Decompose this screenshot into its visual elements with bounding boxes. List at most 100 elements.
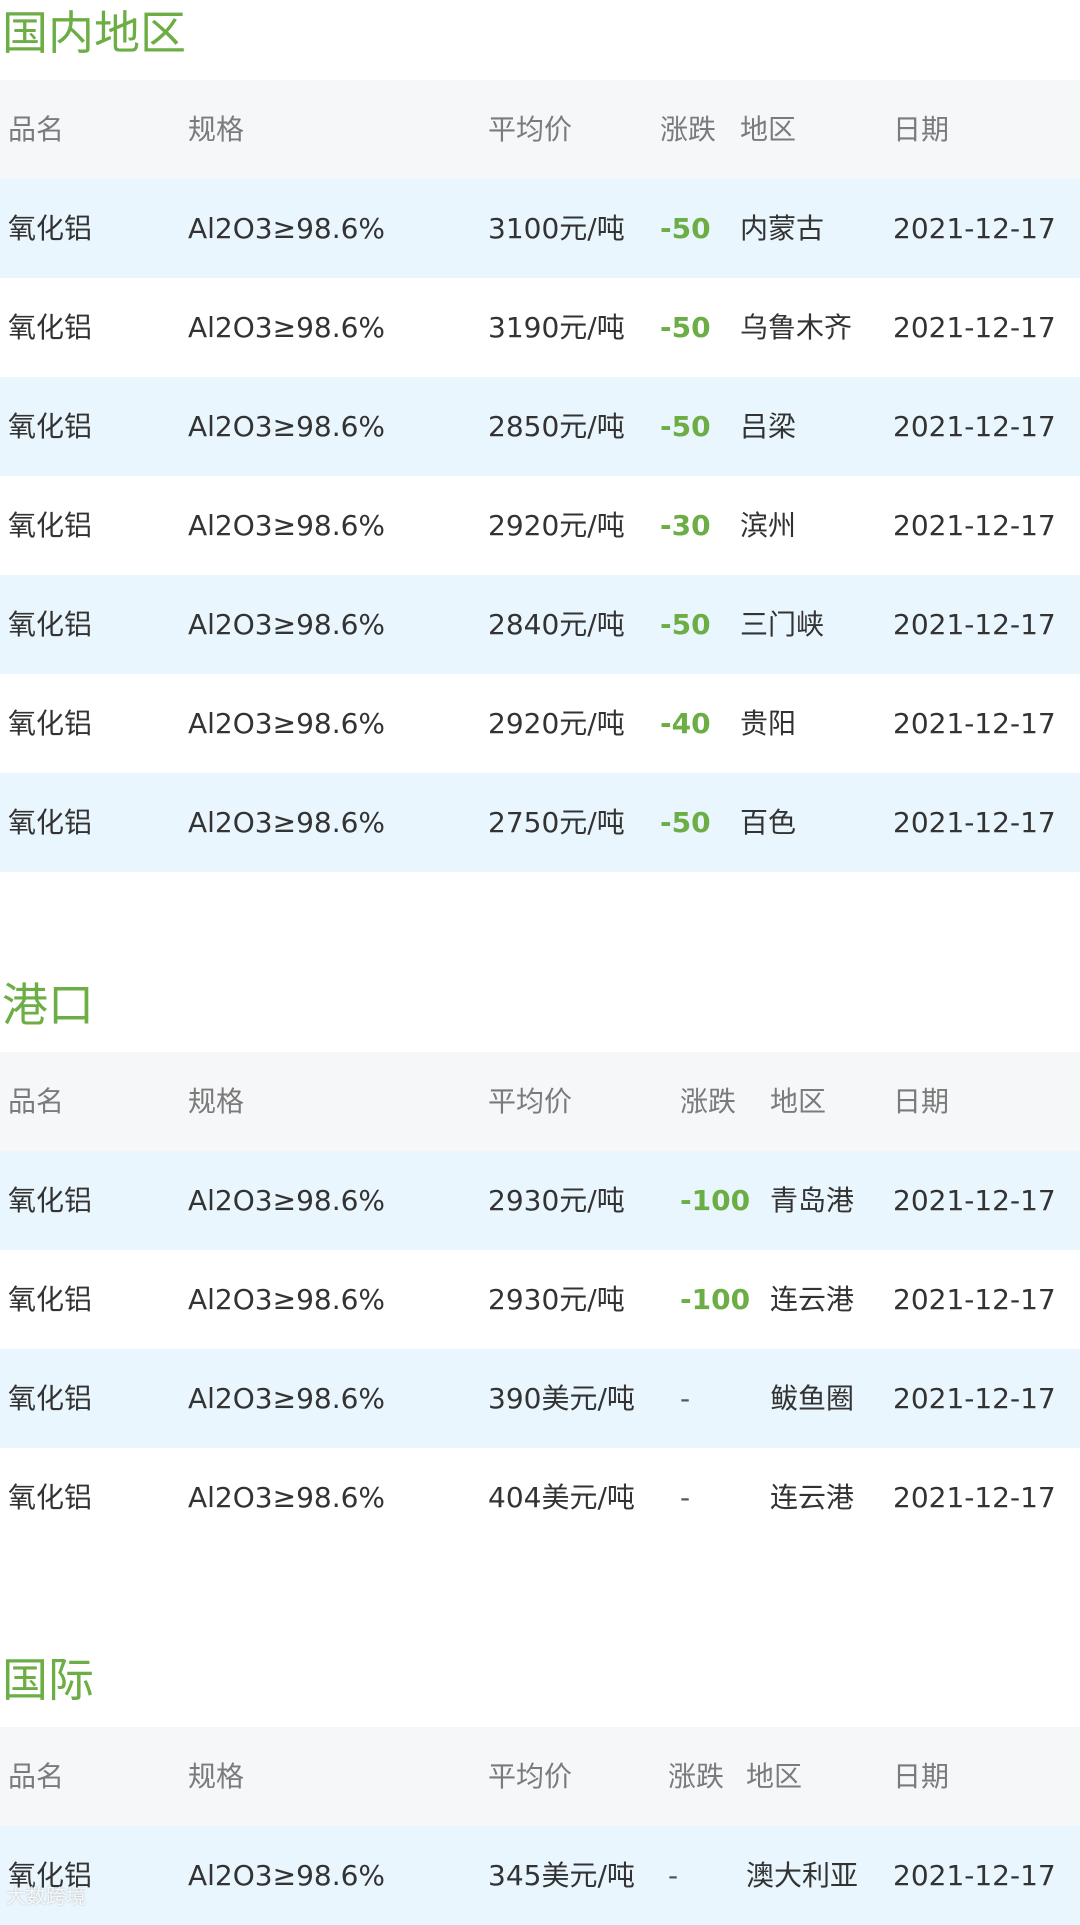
product-name: 氧化铝 (8, 707, 93, 740)
table-row: 氧化铝 Al2O3≥98.6% 390美元/吨 - 鲅鱼圈 2021-12-17 (0, 1349, 1080, 1448)
spec: Al2O3≥98.6% (188, 410, 386, 443)
avg-price: 2850元/吨 (488, 410, 625, 443)
header-product-name: 品名 (8, 113, 65, 146)
table-row: 氧化铝 Al2O3≥98.6% 2840元/吨 -50 三门峡 2021-12-17 (0, 575, 1080, 674)
price-table: 品名 规格 平均价 涨跌 地区 日期氧化铝 Al2O3≥98.6% 3100元/吨 -50 内蒙古… (0, 80, 1080, 872)
section-title: 国内地区 (2, 6, 186, 60)
header-avg-price: 平均价 (488, 1760, 573, 1793)
price-change: -100 (680, 1184, 751, 1217)
section-title: 港口 (2, 978, 94, 1032)
section-port: 港口 品名 规格 平均价 涨跌 地区 日期 氧化铝 Al2O3≥98.6% 2930元/吨 -10… (0, 972, 1080, 1547)
table-row: 氧化铝 Al2O3≥98.6% 2930元/吨 -100 连云港 2021-12-17 (0, 1250, 1080, 1349)
price-change: - (680, 1382, 691, 1415)
avg-price: 2930元/吨 (488, 1184, 625, 1217)
spec: Al2O3≥98.6% (188, 1184, 386, 1217)
table-row: 氧化铝 Al2O3≥98.6% 404美元/吨 - 连云港 2021-12-17 (0, 1448, 1080, 1547)
price-change: -40 (660, 707, 711, 740)
region: 连云港 (770, 1481, 855, 1514)
header-date: 日期 (893, 113, 950, 146)
table-header: 品名 规格 平均价 涨跌 地区 日期 (0, 1727, 1080, 1826)
header-product-name: 品名 (8, 1760, 65, 1793)
spec: Al2O3≥98.6% (188, 311, 386, 344)
price-table: 品名 规格 平均价 涨跌 地区 日期 氧化铝 Al2O3≥98.6% 2930元/吨 -100 青岛… (0, 1052, 1080, 1547)
date: 2021-12-17 (893, 608, 1056, 641)
header-price-change: 涨跌 (680, 1085, 737, 1118)
header-region: 地区 (746, 1760, 803, 1793)
spec: Al2O3≥98.6% (188, 806, 386, 839)
date: 2021-12-17 (893, 1859, 1056, 1892)
avg-price: 345美元/吨 (488, 1859, 635, 1892)
section-international: 国际 品名 规格 平均价 涨跌 地区 日期 氧化铝 Al2O3≥98.6% 345美元/吨 - 澳大… (0, 1647, 1080, 1925)
price-change: -50 (660, 806, 711, 839)
region: 百色 (740, 806, 797, 839)
table-row: 氧化铝 Al2O3≥98.6% 2920元/吨 -40 贵阳 2021-12-17 (0, 674, 1080, 773)
region: 吕梁 (740, 410, 797, 443)
product-name: 氧化铝 (8, 1283, 93, 1316)
product-name: 氧化铝 (8, 806, 93, 839)
avg-price: 2920元/吨 (488, 707, 625, 740)
spec: Al2O3≥98.6% (188, 1859, 386, 1892)
price-change: -50 (660, 212, 711, 245)
product-name: 氧化铝 (8, 1481, 93, 1514)
section-title: 国际 (2, 1653, 94, 1707)
spec: Al2O3≥98.6% (188, 608, 386, 641)
table-row: 氧化铝 Al2O3≥98.6% 2920元/吨 -30 滨州 2021-12-17 (0, 476, 1080, 575)
date: 2021-12-17 (893, 509, 1056, 542)
price-change: -50 (660, 311, 711, 344)
region: 澳大利亚 (746, 1859, 859, 1892)
spec: Al2O3≥98.6% (188, 1283, 386, 1316)
avg-price: 3190元/吨 (488, 311, 625, 344)
table-row: 氧化铝 Al2O3≥98.6% 2850元/吨 -50 吕梁 2021-12-17 (0, 377, 1080, 476)
date: 2021-12-17 (893, 212, 1056, 245)
table-header: 品名 规格 平均价 涨跌 地区 日期 (0, 1052, 1080, 1151)
spec: Al2O3≥98.6% (188, 212, 386, 245)
date: 2021-12-17 (893, 707, 1056, 740)
date: 2021-12-17 (893, 311, 1056, 344)
date: 2021-12-17 (893, 1382, 1056, 1415)
header-price-change: 涨跌 (668, 1760, 725, 1793)
region: 贵阳 (740, 707, 797, 740)
product-name: 氧化铝 (8, 1184, 93, 1217)
header-region: 地区 (740, 113, 797, 146)
product-name: 氧化铝 (8, 311, 93, 344)
spec: Al2O3≥98.6% (188, 707, 386, 740)
date: 2021-12-17 (893, 1184, 1056, 1217)
region: 内蒙古 (740, 212, 825, 245)
header-spec: 规格 (188, 1085, 245, 1118)
spec: Al2O3≥98.6% (188, 1382, 386, 1415)
date: 2021-12-17 (893, 1283, 1056, 1316)
price-change: -50 (660, 410, 711, 443)
product-name: 氧化铝 (8, 509, 93, 542)
region: 鲅鱼圈 (770, 1382, 855, 1415)
table-row: 氧化铝 Al2O3≥98.6% 3100元/吨 -50 内蒙古 2021-12-17 (0, 179, 1080, 278)
product-name: 氧化铝 (8, 608, 93, 641)
region: 乌鲁木齐 (740, 311, 853, 344)
header-avg-price: 平均价 (488, 1085, 573, 1118)
region: 连云港 (770, 1283, 855, 1316)
section-domestic: 国内地区 品名 规格 平均价 涨跌 地区 日期氧化铝 Al2O3≥98.6% 3100元/吨 -… (0, 0, 1080, 872)
header-price-change: 涨跌 (660, 113, 717, 146)
header-region: 地区 (770, 1085, 827, 1118)
spec: Al2O3≥98.6% (188, 1481, 386, 1514)
table-row: 氧化铝 Al2O3≥98.6% 2750元/吨 -50 百色 2021-12-17 (0, 773, 1080, 872)
header-avg-price: 平均价 (488, 113, 573, 146)
header-spec: 规格 (188, 1760, 245, 1793)
avg-price: 3100元/吨 (488, 212, 625, 245)
avg-price: 390美元/吨 (488, 1382, 635, 1415)
product-name: 氧化铝 (8, 1859, 93, 1892)
region: 滨州 (740, 509, 797, 542)
product-name: 氧化铝 (8, 212, 93, 245)
header-date: 日期 (893, 1760, 950, 1793)
table-row: 氧化铝 Al2O3≥98.6% 2930元/吨 -100 青岛港 2021-12-17 (0, 1151, 1080, 1250)
table-row: 氧化铝 Al2O3≥98.6% 3190元/吨 -50 乌鲁木齐 2021-12-17 (0, 278, 1080, 377)
price-table: 品名 规格 平均价 涨跌 地区 日期 氧化铝 Al2O3≥98.6% 345美元/吨 - 澳大利亚 2… (0, 1727, 1080, 1925)
region: 三门峡 (740, 608, 825, 641)
table-row: 氧化铝 Al2O3≥98.6% 345美元/吨 - 澳大利亚 2021-12-17 (0, 1826, 1080, 1925)
date: 2021-12-17 (893, 1481, 1056, 1514)
header-date: 日期 (893, 1085, 950, 1118)
avg-price: 2840元/吨 (488, 608, 625, 641)
price-change: -30 (660, 509, 711, 542)
header-spec: 规格 (188, 113, 245, 146)
region: 青岛港 (770, 1184, 855, 1217)
price-change: -100 (680, 1283, 751, 1316)
